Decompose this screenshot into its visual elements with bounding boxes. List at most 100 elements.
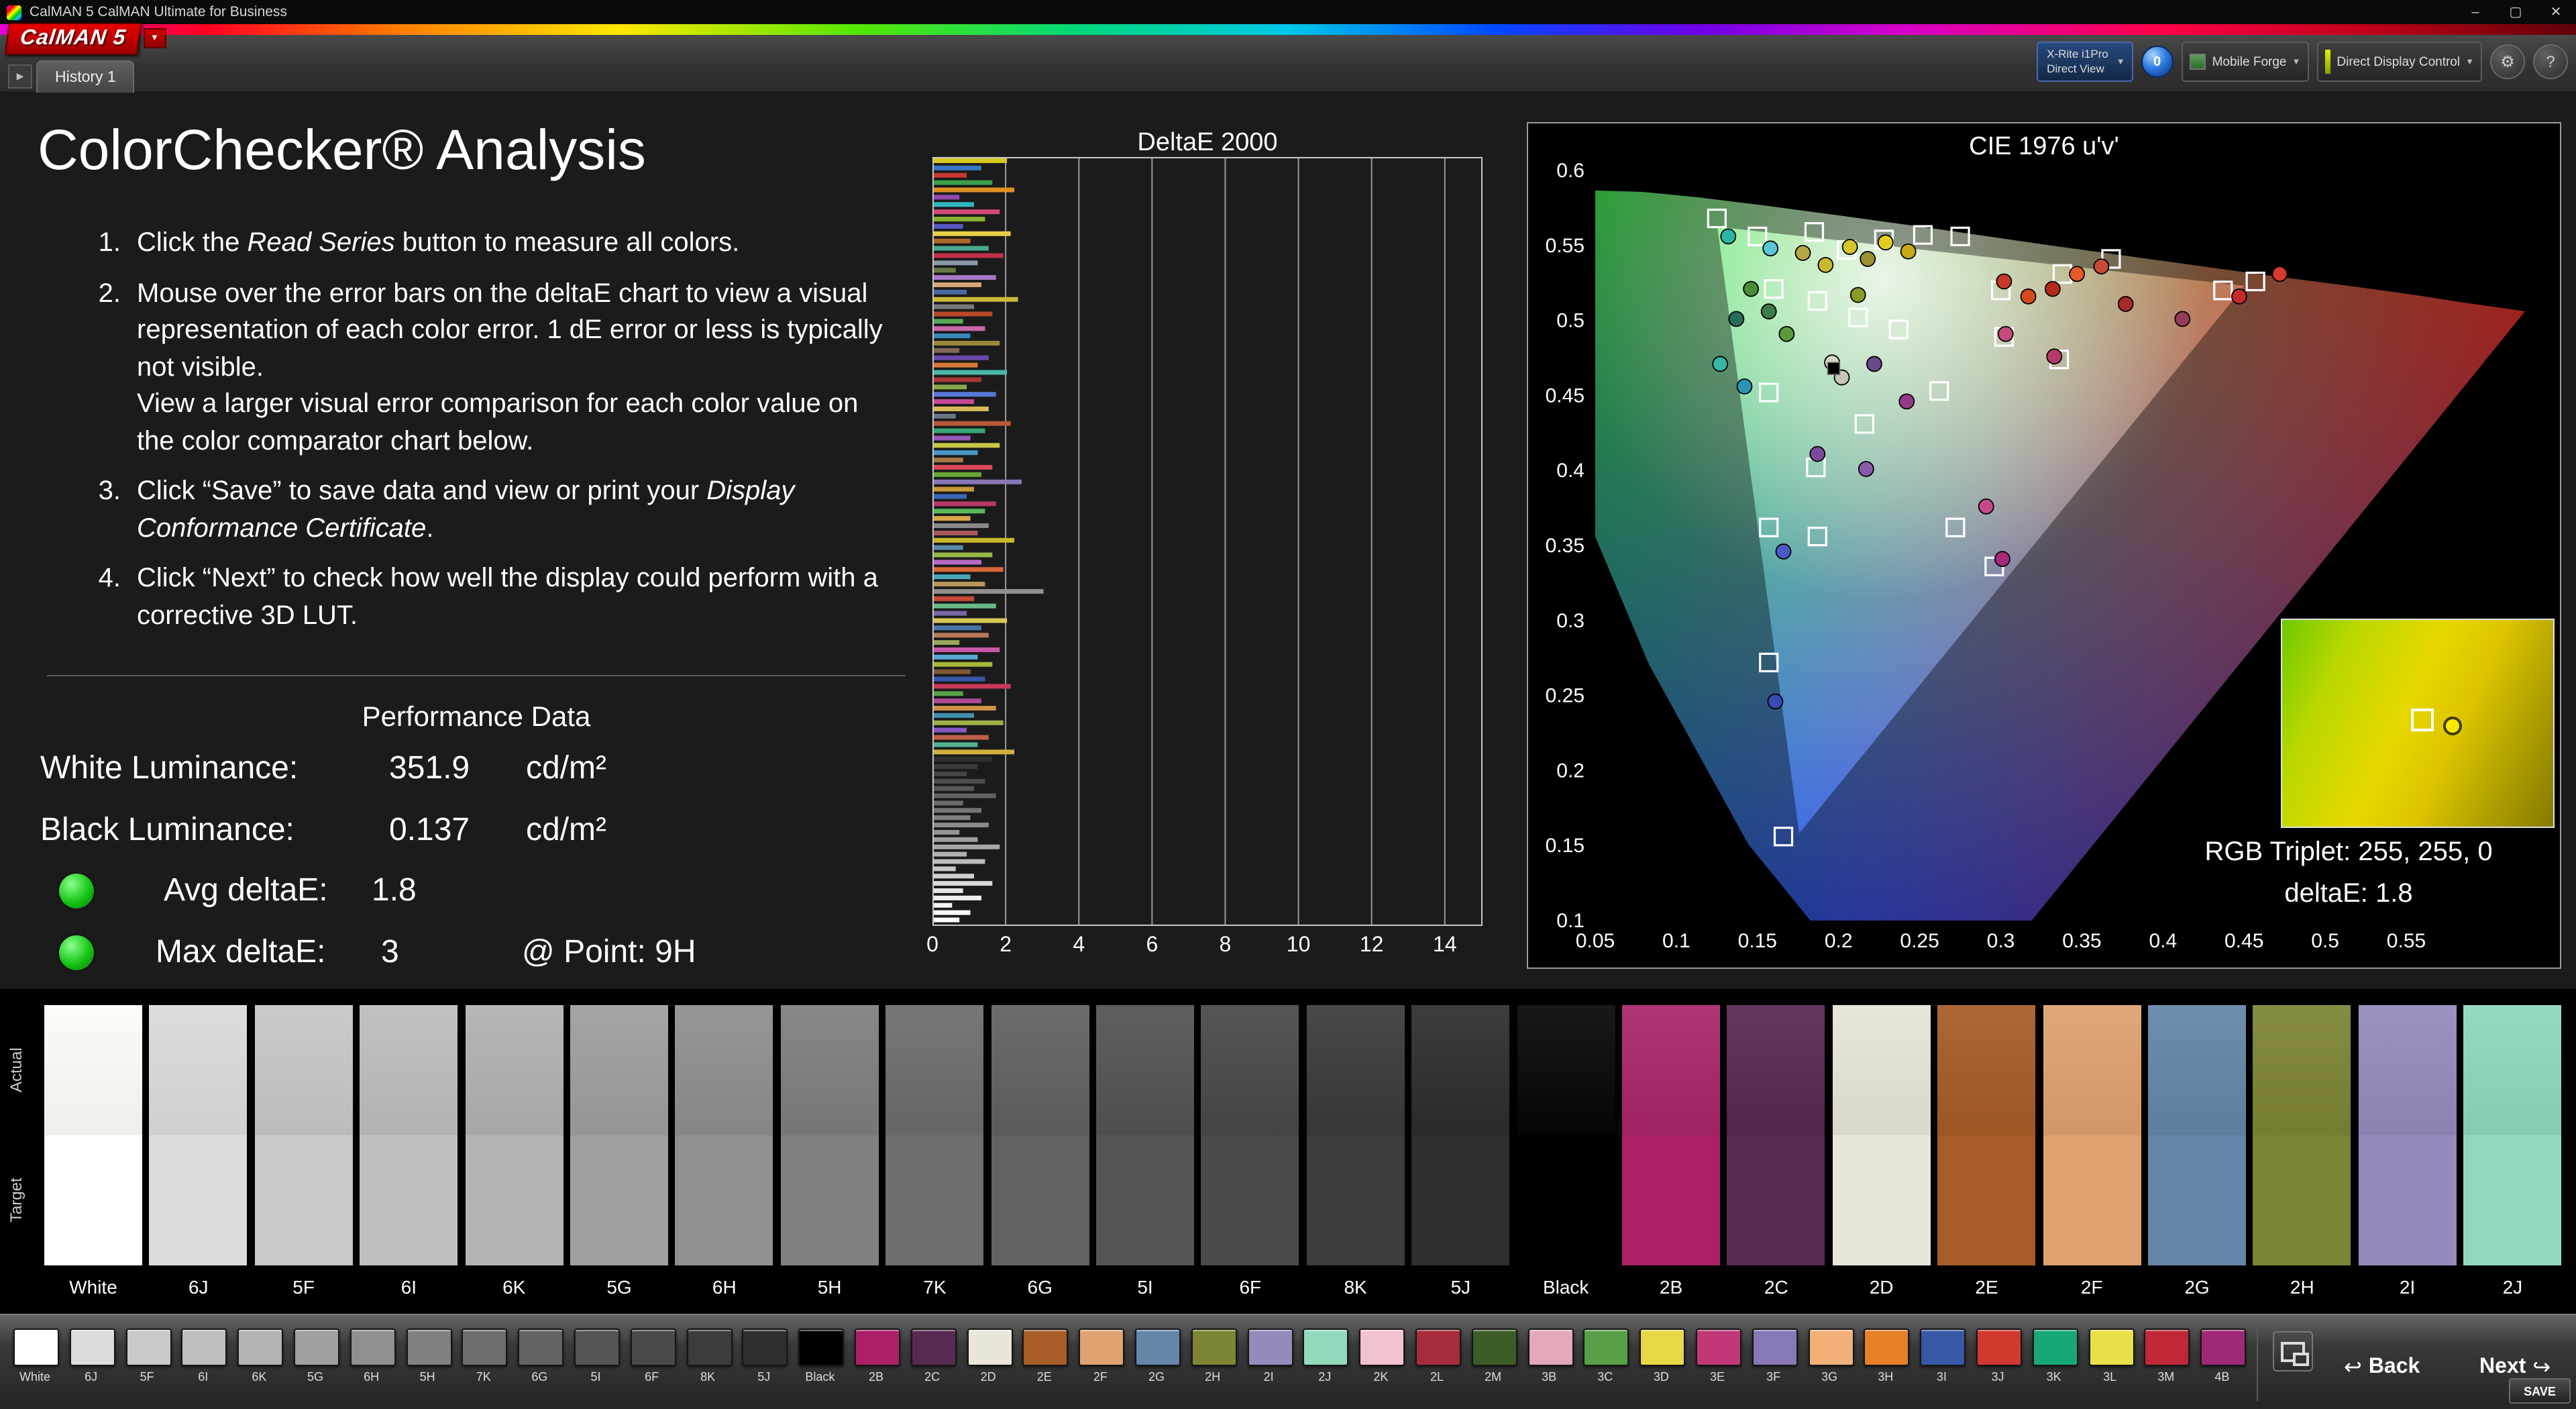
patch-button-3d[interactable] xyxy=(1640,1328,1686,1366)
deltae-bar[interactable] xyxy=(934,202,975,207)
deltae-bar[interactable] xyxy=(934,902,953,908)
deltae-chart[interactable]: 0 2 4 6 8 10 12 14 xyxy=(906,157,1512,962)
patch-button-2h[interactable] xyxy=(1191,1328,1237,1366)
calman-logo-menu[interactable]: CalMAN 5 ▼ xyxy=(5,21,166,55)
patch-button-6j[interactable] xyxy=(69,1328,115,1366)
meter-dropdown[interactable]: X-Rite i1Pro Direct View ▼ xyxy=(2036,42,2133,82)
deltae-bar[interactable] xyxy=(934,289,967,295)
deltae-bar[interactable] xyxy=(934,326,985,331)
deltae-bar[interactable] xyxy=(934,392,996,397)
deltae-bar[interactable] xyxy=(934,165,981,170)
deltae-bar[interactable] xyxy=(934,516,971,521)
patch-button-3i[interactable] xyxy=(1920,1328,1966,1366)
patch-button-5f[interactable] xyxy=(125,1328,172,1366)
deltae-bar[interactable] xyxy=(934,676,985,682)
patch-button-3c[interactable] xyxy=(1583,1328,1629,1366)
deltae-bar[interactable] xyxy=(934,851,967,857)
settings-gear-button[interactable]: ⚙ xyxy=(2490,44,2525,79)
patch-button-3e[interactable] xyxy=(1696,1328,1741,1366)
deltae-bar[interactable] xyxy=(934,443,1000,448)
deltae-bar[interactable] xyxy=(934,823,989,828)
deltae-bar[interactable] xyxy=(934,494,967,499)
deltae-bar[interactable] xyxy=(934,691,963,696)
deltae-bar[interactable] xyxy=(934,603,996,609)
deltae-bar[interactable] xyxy=(934,640,960,645)
deltae-bar[interactable] xyxy=(934,421,1011,426)
deltae-bar[interactable] xyxy=(934,370,1008,375)
patch-button-black[interactable] xyxy=(798,1328,845,1366)
deltae-bar[interactable] xyxy=(934,829,960,835)
deltae-bar[interactable] xyxy=(934,764,978,770)
history-expand-button[interactable]: ▶ xyxy=(8,64,32,89)
deltae-bar[interactable] xyxy=(934,406,989,411)
deltae-bar[interactable] xyxy=(934,435,971,441)
patch-button-2j[interactable] xyxy=(1303,1328,1349,1366)
deltae-bar[interactable] xyxy=(934,246,989,251)
deltae-bar[interactable] xyxy=(934,720,1004,725)
logo-menu-caret-icon[interactable]: ▼ xyxy=(143,28,166,48)
deltae-bar[interactable] xyxy=(934,749,1015,755)
deltae-bar[interactable] xyxy=(934,888,963,893)
save-button[interactable]: SAVE xyxy=(2509,1378,2571,1404)
deltae-bar[interactable] xyxy=(934,297,1018,302)
deltae-bar[interactable] xyxy=(934,217,985,222)
deltae-bar[interactable] xyxy=(934,180,993,185)
patch-button-3j[interactable] xyxy=(1976,1328,2022,1366)
deltae-bar[interactable] xyxy=(934,910,971,915)
deltae-bar[interactable] xyxy=(934,786,975,791)
deltae-bar[interactable] xyxy=(934,800,963,806)
deltae-bar[interactable] xyxy=(934,537,1015,543)
deltae-bar[interactable] xyxy=(934,413,956,419)
patch-button-3m[interactable] xyxy=(2144,1328,2190,1366)
deltae-bar[interactable] xyxy=(934,625,981,631)
patch-button-2g[interactable] xyxy=(1135,1328,1181,1366)
patch-button-2k[interactable] xyxy=(1359,1328,1405,1366)
deltae-bar[interactable] xyxy=(934,428,985,433)
deltae-bar[interactable] xyxy=(934,187,1015,193)
deltae-bar[interactable] xyxy=(934,509,985,514)
deltae-bar[interactable] xyxy=(934,684,1011,689)
patch-button-6i[interactable] xyxy=(181,1328,227,1366)
deltae-bar[interactable] xyxy=(934,479,1022,484)
deltae-bar[interactable] xyxy=(934,654,978,660)
source-dropdown[interactable]: Mobile Forge ▼ xyxy=(2181,42,2309,82)
minimize-button[interactable]: – xyxy=(2455,0,2496,24)
patch-button-5j[interactable] xyxy=(742,1328,788,1366)
deltae-bar[interactable] xyxy=(934,859,985,864)
deltae-bar[interactable] xyxy=(934,611,967,616)
patch-button-2i[interactable] xyxy=(1247,1328,1293,1366)
patch-button-3b[interactable] xyxy=(1527,1328,1574,1366)
meter-count-badge[interactable]: 0 xyxy=(2141,46,2174,78)
deltae-bar[interactable] xyxy=(934,486,975,492)
deltae-bar[interactable] xyxy=(934,501,996,507)
deltae-bar[interactable] xyxy=(934,698,981,704)
deltae-bar[interactable] xyxy=(934,771,967,776)
deltae-bar[interactable] xyxy=(934,917,960,923)
deltae-bar[interactable] xyxy=(934,574,971,580)
deltae-bar[interactable] xyxy=(934,633,989,638)
deltae-bar[interactable] xyxy=(934,348,960,353)
deltae-bar[interactable] xyxy=(934,238,971,244)
back-button[interactable]: ↩ Back xyxy=(2344,1350,2420,1385)
deltae-bar[interactable] xyxy=(934,319,963,324)
patch-button-8k[interactable] xyxy=(686,1328,733,1366)
deltae-bar[interactable] xyxy=(934,253,1004,258)
deltae-bar[interactable] xyxy=(934,268,956,273)
patch-button-4b[interactable] xyxy=(2200,1328,2247,1366)
deltae-bar[interactable] xyxy=(934,727,967,733)
deltae-bar[interactable] xyxy=(934,844,1000,849)
patch-button-2e[interactable] xyxy=(1022,1328,1069,1366)
deltae-bar[interactable] xyxy=(934,647,1000,652)
deltae-bar[interactable] xyxy=(934,472,981,477)
deltae-bar[interactable] xyxy=(934,662,993,667)
deltae-bar[interactable] xyxy=(934,874,975,879)
deltae-bar[interactable] xyxy=(934,341,1000,346)
patch-button-6g[interactable] xyxy=(518,1328,564,1366)
deltae-bar[interactable] xyxy=(934,815,971,821)
patch-button-2b[interactable] xyxy=(855,1328,900,1366)
deltae-bar[interactable] xyxy=(934,464,993,470)
tab-history-1[interactable]: History 1 xyxy=(36,60,135,93)
deltae-bar[interactable] xyxy=(934,209,1000,215)
patch-button-2l[interactable] xyxy=(1415,1328,1461,1366)
deltae-bar[interactable] xyxy=(934,567,1004,572)
